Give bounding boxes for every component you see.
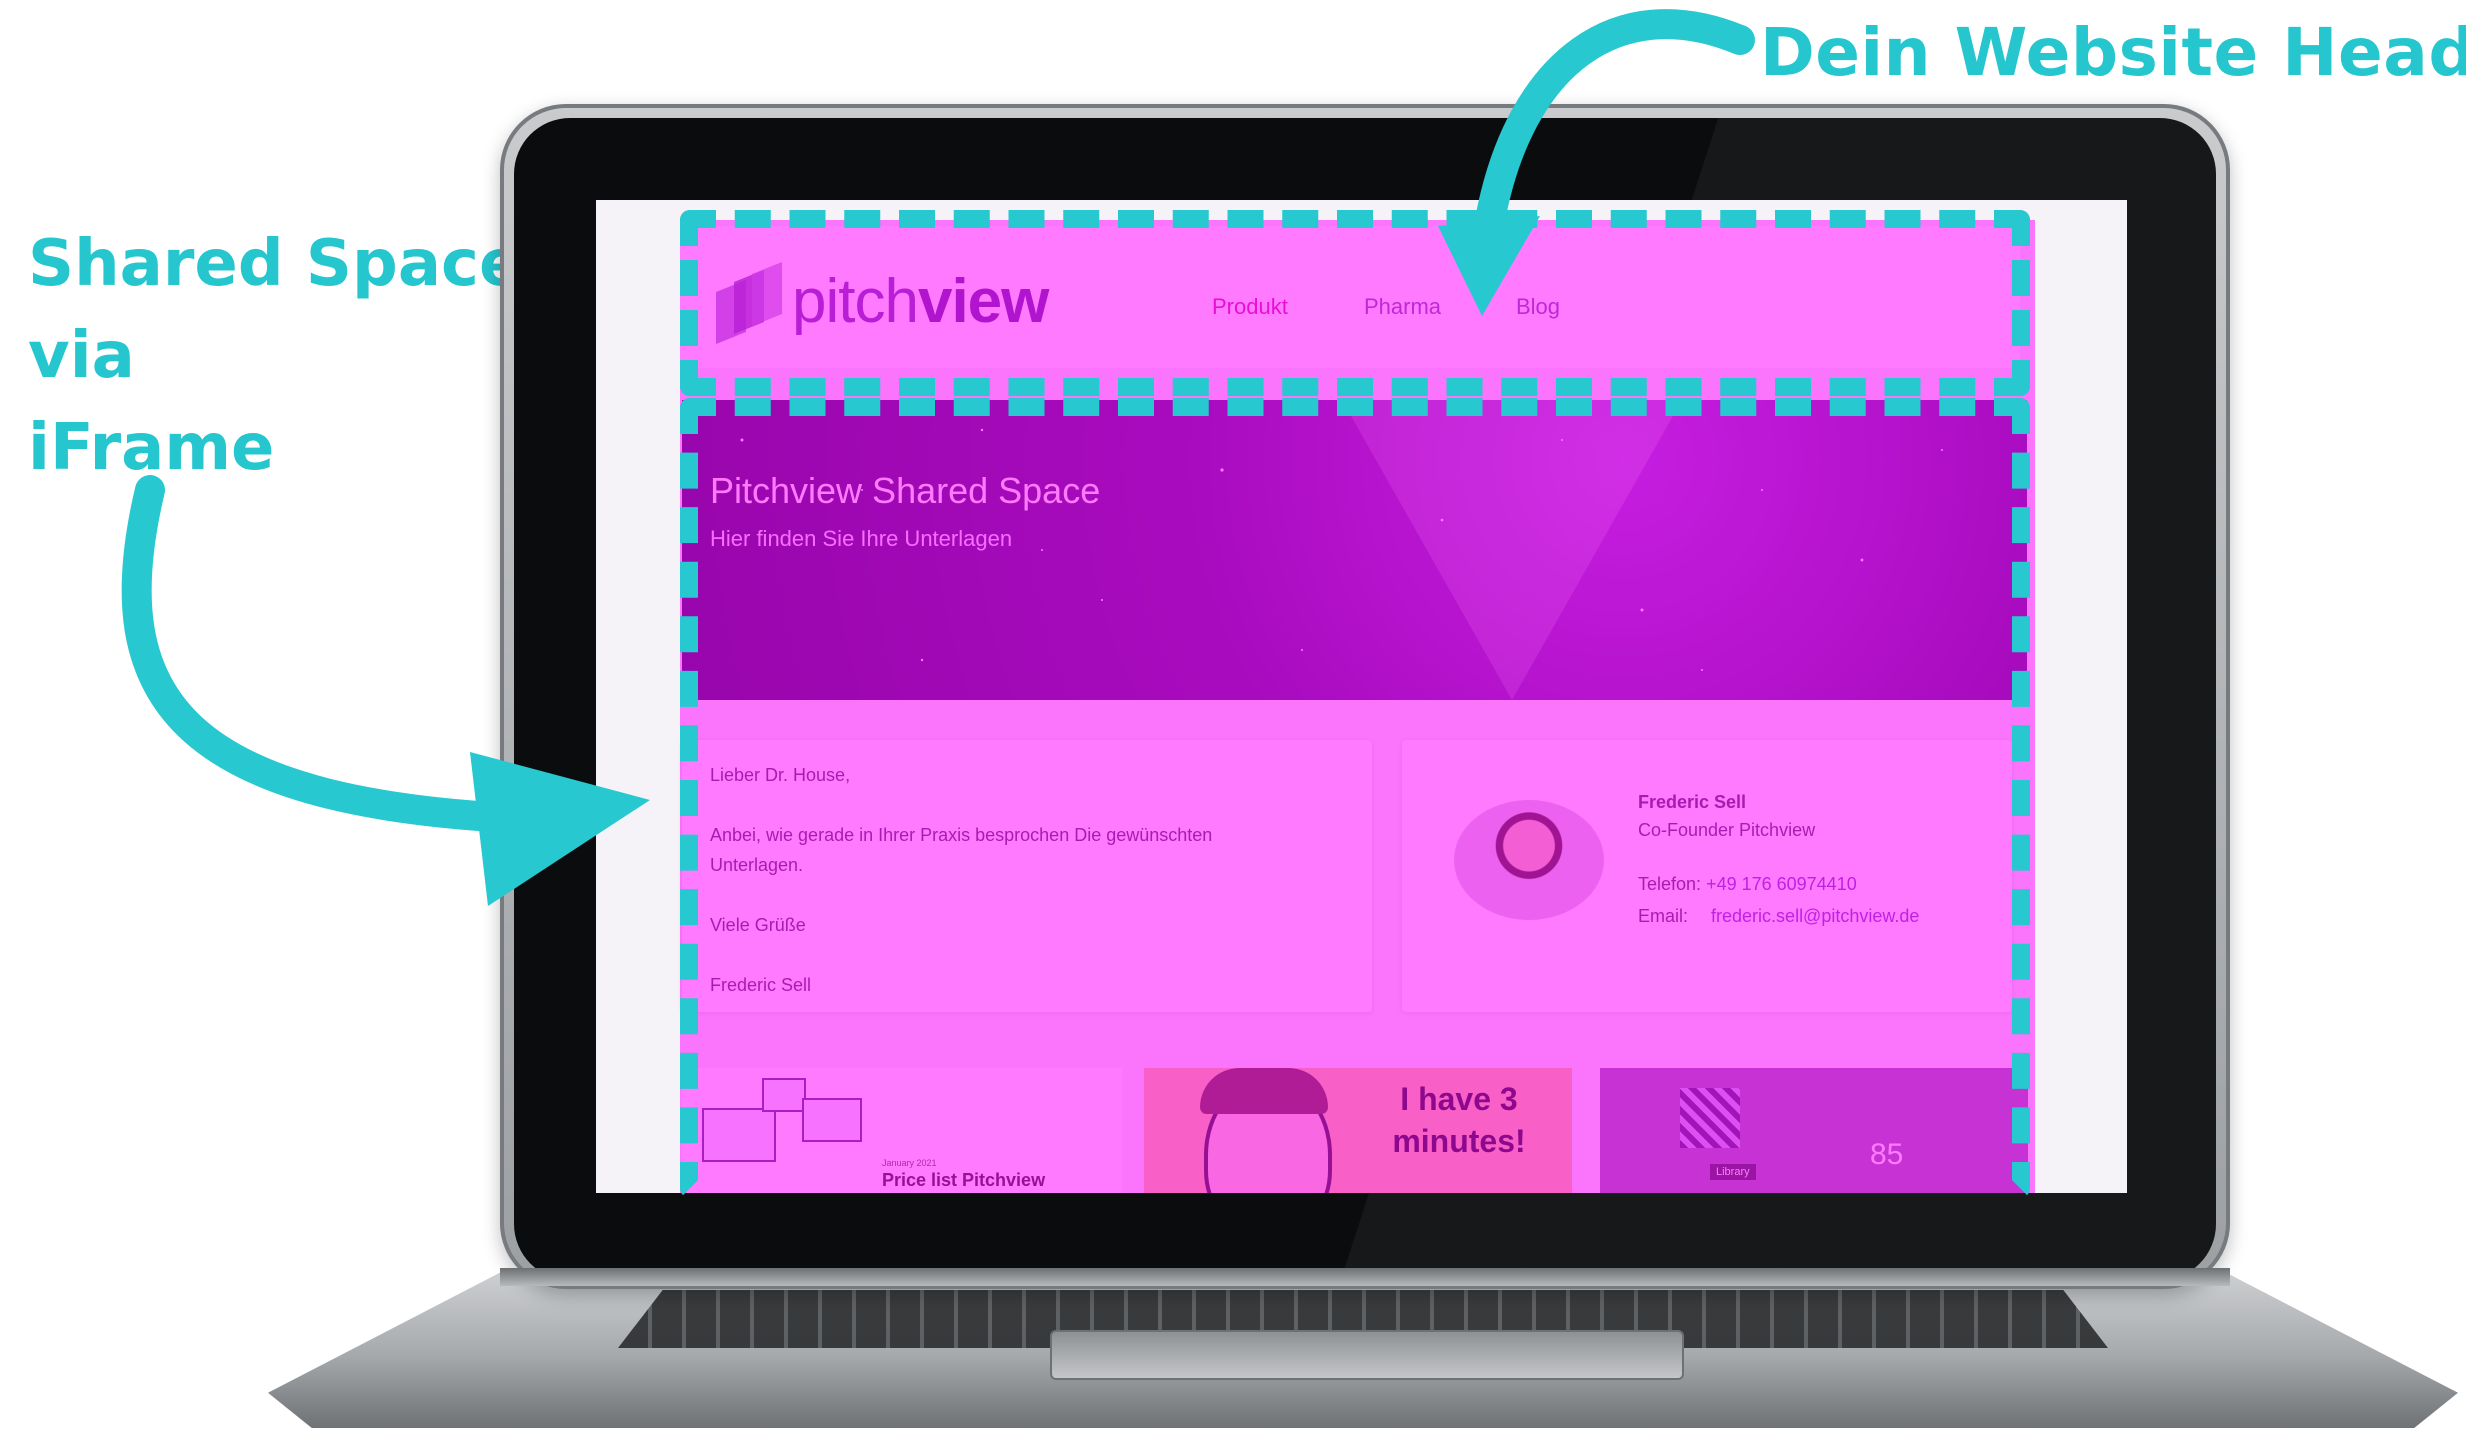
annotation-line: iFrame xyxy=(28,411,275,485)
header-highlight-frame xyxy=(680,210,2030,396)
laptop-trackpad xyxy=(1050,1330,1684,1380)
annotation-line: via xyxy=(28,319,135,393)
shared-space-annotation-label: Shared Space via iFrame xyxy=(28,218,522,494)
shared-space-highlight-frame xyxy=(680,398,2030,1198)
header-annotation-label: Dein Website Header xyxy=(1760,14,2466,91)
annotation-line: Shared Space xyxy=(28,227,523,301)
laptop-hinge xyxy=(500,1268,2230,1286)
